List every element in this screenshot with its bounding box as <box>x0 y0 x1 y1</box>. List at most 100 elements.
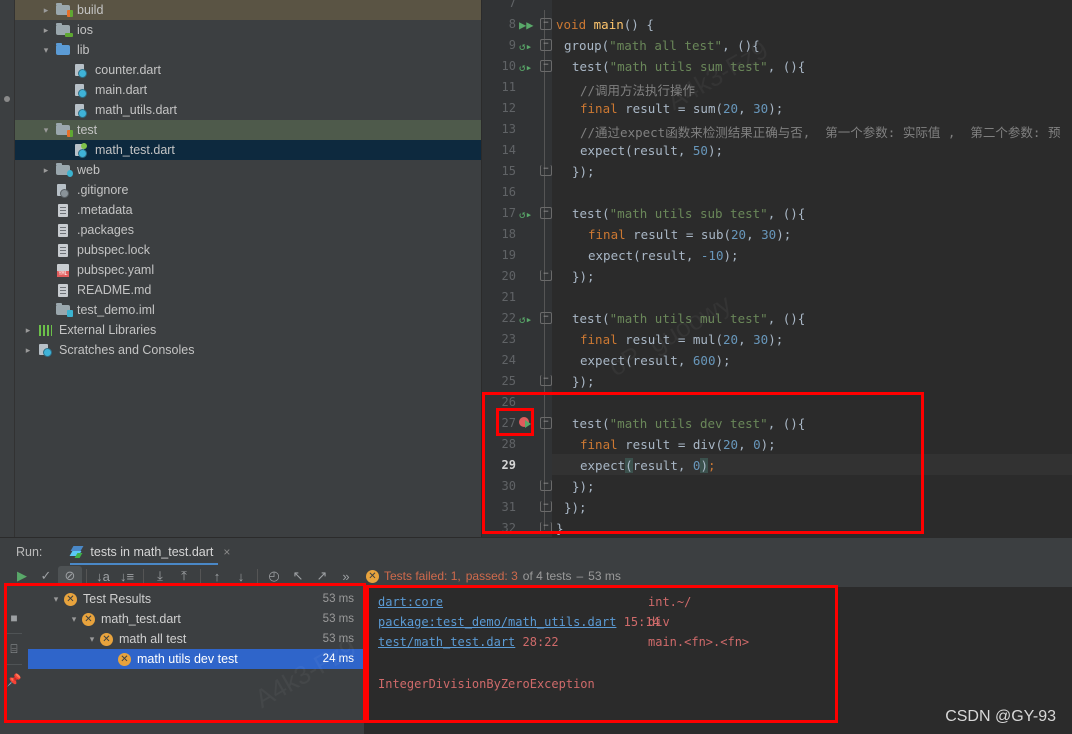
sort-alphabetically-button[interactable]: ↓a <box>91 566 115 586</box>
failed-test-gutter-icon[interactable] <box>519 416 533 430</box>
code-fold-toggle[interactable]: − <box>540 165 552 176</box>
code-fold-toggle[interactable]: − <box>540 480 552 491</box>
test-tree-row[interactable]: ✕ Test Results 53 ms <box>28 589 364 609</box>
tree-item-web[interactable]: web <box>15 160 481 180</box>
code-line[interactable]: } <box>556 521 1072 536</box>
code-line[interactable]: expect(result, 0); <box>556 458 1072 473</box>
code-line[interactable]: //调用方法执行操作 <box>556 80 1072 99</box>
tree-item-pubspec-lock[interactable]: pubspec.lock <box>15 240 481 260</box>
hide-ignored-button[interactable]: ⊘ <box>58 566 82 586</box>
code-fold-toggle[interactable]: − <box>540 501 552 512</box>
code-line[interactable]: test("math utils sub test", (){ <box>556 206 1072 221</box>
tree-item-main-dart[interactable]: main.dart <box>15 80 481 100</box>
expand-all-button[interactable]: ⤓ <box>148 566 172 586</box>
run-test-gutter-icon[interactable]: ↺▸ <box>519 38 533 53</box>
test-tree-row[interactable]: ✕ math_test.dart 53 ms <box>28 609 364 629</box>
code-fold-toggle[interactable]: − <box>540 375 552 386</box>
sort-by-duration-button[interactable]: ↓≡ <box>115 566 139 586</box>
tree-item--gitignore[interactable]: .gitignore <box>15 180 481 200</box>
jump-to-source-button[interactable]: ↗ <box>310 566 334 586</box>
pin-tab-button[interactable]: 📌 <box>3 665 25 695</box>
code-line[interactable]: expect(result, 600); <box>556 353 1072 368</box>
code-line[interactable]: final result = mul(20, 30); <box>556 332 1072 347</box>
code-fold-toggle[interactable]: − <box>540 18 552 30</box>
collapse-all-button[interactable]: ⤒ <box>172 566 196 586</box>
test-expand-arrow[interactable] <box>84 634 100 645</box>
scroll-to-source-button[interactable]: ↖ <box>286 566 310 586</box>
code-line[interactable]: final result = sum(20, 30); <box>556 101 1072 116</box>
tree-expand-arrow[interactable] <box>37 125 55 136</box>
tree-item-lib[interactable]: lib <box>15 40 481 60</box>
tree-item--packages[interactable]: .packages <box>15 220 481 240</box>
code-line[interactable]: test("math utils dev test", (){ <box>556 416 1072 431</box>
code-line[interactable]: final result = sub(20, 30); <box>556 227 1072 242</box>
tree-item-ios[interactable]: ios <box>15 20 481 40</box>
more-options-button[interactable]: » <box>334 566 358 586</box>
code-line[interactable]: expect(result, -10); <box>556 248 1072 263</box>
code-line[interactable]: }); <box>556 164 1072 179</box>
project-tree[interactable]: build ios lib counter.dart main.dart math_uti… <box>15 0 482 537</box>
test-expand-arrow[interactable] <box>66 614 82 625</box>
run-test-gutter-icon[interactable]: ↺▸ <box>519 206 533 221</box>
code-fold-toggle[interactable]: − <box>540 417 552 429</box>
code-editor[interactable]: 7 8 ▶▶ − void main() {9 ↺▸ − group("math all te… <box>482 0 1072 537</box>
tree-item-external-libraries[interactable]: External Libraries <box>15 320 481 340</box>
test-tree-row[interactable]: ✕ math all test 53 ms <box>28 629 364 649</box>
tree-item-math-utils-dart[interactable]: math_utils.dart <box>15 100 481 120</box>
code-line[interactable]: }); <box>556 479 1072 494</box>
next-failed-button[interactable]: ↓ <box>229 566 253 586</box>
tree-item-readme-md[interactable]: README.md <box>15 280 481 300</box>
code-line[interactable]: }); <box>556 500 1072 515</box>
stacktrace-row[interactable]: package:test_demo/math_utils.dart 15:14 d… <box>378 615 1072 635</box>
code-line[interactable]: }); <box>556 269 1072 284</box>
tree-item-test-demo-iml[interactable]: test_demo.iml <box>15 300 481 320</box>
tree-item-pubspec-yaml[interactable]: pubspec.yaml <box>15 260 481 280</box>
show-passed-button[interactable]: ✓ <box>34 566 58 586</box>
stop-process-button[interactable]: ■ <box>3 603 25 633</box>
tree-expand-arrow[interactable] <box>37 5 55 16</box>
stacktrace-link[interactable]: dart:core <box>378 595 443 609</box>
tree-item-build[interactable]: build <box>15 0 481 20</box>
stacktrace-row[interactable]: dart:core int.~/ <box>378 595 1072 615</box>
previous-failed-button[interactable]: ↑ <box>205 566 229 586</box>
run-side-strip[interactable]: ■ ⌸ 📌 <box>0 587 28 734</box>
code-fold-toggle[interactable]: − <box>540 270 552 281</box>
code-fold-toggle[interactable]: − <box>540 39 552 51</box>
code-line[interactable]: test("math utils mul test", (){ <box>556 311 1072 326</box>
tree-expand-arrow[interactable] <box>37 45 55 56</box>
tree-item-test[interactable]: test <box>15 120 481 140</box>
code-fold-toggle[interactable]: − <box>540 312 552 324</box>
code-line[interactable]: void main() { <box>556 17 1072 32</box>
test-tree-row[interactable]: ✕ math utils dev test 24 ms <box>28 649 364 669</box>
history-button[interactable]: ◴ <box>262 566 286 586</box>
run-all-tests-gutter-icon[interactable]: ▶▶ <box>519 17 533 32</box>
left-tool-strip[interactable]: Project Structure <box>0 0 15 537</box>
code-fold-toggle[interactable]: − <box>540 60 552 72</box>
code-line[interactable]: expect(result, 50); <box>556 143 1072 158</box>
test-expand-arrow[interactable] <box>48 594 64 605</box>
stacktrace-row[interactable]: test/math_test.dart 28:22 main.<fn>.<fn> <box>378 635 1072 655</box>
code-line[interactable]: group("math all test", (){ <box>556 38 1072 53</box>
tree-item-math-test-dart[interactable]: math_test.dart <box>15 140 481 160</box>
test-results-tree[interactable]: ✕ Test Results 53 ms ✕ math_test.dart 53 ms ✕ m… <box>28 587 364 734</box>
tree-expand-arrow[interactable] <box>37 165 55 176</box>
code-fold-toggle[interactable]: − <box>540 207 552 219</box>
code-line[interactable]: }); <box>556 374 1072 389</box>
tree-expand-arrow[interactable] <box>37 25 55 36</box>
rerun-tests-button[interactable]: ▶ <box>10 566 34 586</box>
run-test-gutter-icon[interactable]: ↺▸ <box>519 59 533 74</box>
tree-expand-arrow[interactable] <box>19 345 37 356</box>
code-line[interactable]: test("math utils sum test", (){ <box>556 59 1072 74</box>
code-fold-toggle[interactable]: − <box>540 522 552 533</box>
tree-item--metadata[interactable]: .metadata <box>15 200 481 220</box>
run-test-gutter-icon[interactable]: ↺▸ <box>519 311 533 326</box>
run-toolbar[interactable]: ▶ ✓ ⊘ ↓a ↓≡ ⤓ ⤒ ↑ ↓ ◴ ↖ ↗» ✕ Tests failed: 1, passed: … <box>0 565 1072 587</box>
stacktrace-link[interactable]: package:test_demo/math_utils.dart <box>378 615 616 629</box>
stacktrace-link[interactable]: test/math_test.dart <box>378 635 515 649</box>
code-line[interactable]: final result = div(20, 0); <box>556 437 1072 452</box>
layout-settings-button[interactable]: ⌸ <box>3 634 25 664</box>
tree-item-scratches-and-consoles[interactable]: Scratches and Consoles <box>15 340 481 360</box>
code-line[interactable]: //通过expect函数来检测结果正确与否, 第一个参数: 实际值 , 第二个参… <box>556 122 1072 141</box>
tree-item-counter-dart[interactable]: counter.dart <box>15 60 481 80</box>
tree-expand-arrow[interactable] <box>19 325 37 336</box>
